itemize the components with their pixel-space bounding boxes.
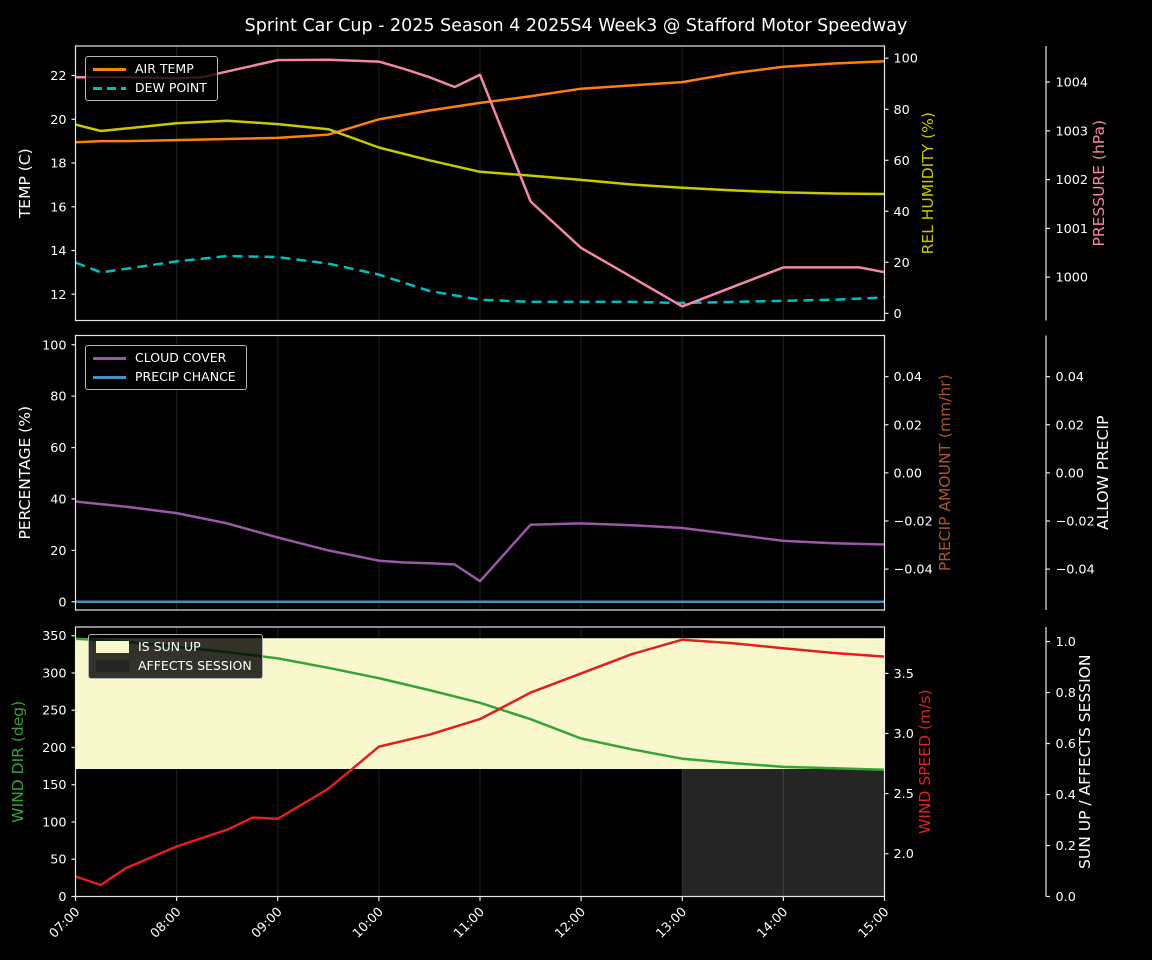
x-tick-label: 10:00 <box>350 905 387 942</box>
tick-label: 0.00 <box>1056 466 1085 481</box>
tick-label: −0.04 <box>894 563 933 578</box>
tick-label: 0.02 <box>894 418 923 433</box>
legend-label: IS SUN UP <box>138 639 201 654</box>
legend-item: PRECIP CHANCE <box>93 370 236 384</box>
tick-label: 0 <box>894 307 902 322</box>
tick-label: 2.5 <box>894 787 914 802</box>
weather-forecast-figure: 12 14 16 18 20 22 TEMP (C) 0 20 40 60 80 100 REL HUMI… <box>0 0 1152 960</box>
tick-label: 16 <box>50 200 66 215</box>
tick-label: 18 <box>50 157 66 172</box>
tick-label: 12 <box>50 288 66 303</box>
x-tick-label: 13:00 <box>653 905 690 942</box>
tick-label: 20 <box>50 544 66 559</box>
x-tick-label: 09:00 <box>249 905 286 942</box>
tick-label: −0.02 <box>894 514 933 529</box>
legend-label: PRECIP CHANCE <box>135 369 236 384</box>
wind-sun-panel-legend: IS SUN UP AFFECTS SESSION <box>88 634 263 679</box>
axis-label: PERCENTAGE (%) <box>16 406 34 540</box>
tick-label: 0.2 <box>1056 839 1076 854</box>
legend-label: AIR TEMP <box>135 61 194 76</box>
tick-label: 100 <box>894 52 918 67</box>
tick-label: 1002 <box>1056 173 1089 188</box>
tick-label: 40 <box>50 492 66 507</box>
legend-swatch <box>93 356 126 360</box>
axis-label: WIND DIR (deg) <box>9 701 27 823</box>
tick-label: 1000 <box>1056 271 1089 286</box>
x-tick-label: 12:00 <box>552 905 589 942</box>
legend-label: AFFECTS SESSION <box>138 658 252 673</box>
legend-swatch <box>96 641 129 653</box>
precipitation-panel-legend: CLOUD COVER PRECIP CHANCE <box>85 345 247 390</box>
tick-label: 100 <box>42 815 66 830</box>
legend-swatch <box>93 86 126 90</box>
tick-label: 350 <box>42 629 66 644</box>
x-tick-label: 07:00 <box>47 905 84 942</box>
tick-label: 0.8 <box>1056 686 1076 701</box>
tick-label: 0.04 <box>1056 370 1085 385</box>
chart-title: Sprint Car Cup - 2025 Season 4 2025S4 We… <box>244 16 908 36</box>
axis-label: ALLOW PRECIP <box>1094 416 1112 530</box>
legend-item: AIR TEMP <box>93 62 207 76</box>
tick-label: 200 <box>42 741 66 756</box>
tick-label: 0 <box>58 890 66 905</box>
tick-label: −0.02 <box>1056 514 1095 529</box>
axis-label: WIND SPEED (m/s) <box>916 690 934 834</box>
axis-label: REL HUMIDITY (%) <box>919 112 937 254</box>
tick-label: 3.5 <box>894 667 914 682</box>
legend-swatch <box>93 375 126 379</box>
tick-label: 0.00 <box>894 466 923 481</box>
axis-label: TEMP (C) <box>16 148 34 219</box>
axis-label: PRESSURE (hPa) <box>1090 120 1108 247</box>
legend-item: IS SUN UP <box>96 640 252 654</box>
tick-label: 60 <box>894 154 910 169</box>
tick-label: 1004 <box>1056 76 1089 91</box>
tick-label: 22 <box>50 69 66 84</box>
tick-label: 0.04 <box>894 370 923 385</box>
tick-label: 40 <box>894 205 910 220</box>
x-tick-label: 15:00 <box>856 905 893 942</box>
tick-label: 150 <box>42 778 66 793</box>
axis-label: SUN UP / AFFECTS SESSION <box>1076 655 1094 869</box>
tick-label: 20 <box>50 113 66 128</box>
tick-label: 300 <box>42 666 66 681</box>
tick-label: 1001 <box>1056 222 1089 237</box>
legend-item: DEW POINT <box>93 81 207 95</box>
tick-label: 14 <box>50 244 66 259</box>
legend-swatch <box>96 660 129 672</box>
legend-item: AFFECTS SESSION <box>96 659 252 673</box>
tick-label: 60 <box>50 441 66 456</box>
x-axis: 07:00 08:00 09:00 10:00 11:00 12:00 13:00 14:00… <box>47 896 893 942</box>
tick-label: 100 <box>42 338 66 353</box>
tick-label: −0.04 <box>1056 563 1095 578</box>
tick-label: 1.0 <box>1056 635 1076 650</box>
tick-label: 50 <box>50 853 66 868</box>
legend-label: CLOUD COVER <box>135 350 227 365</box>
tick-label: 80 <box>894 103 910 118</box>
tick-label: 2.0 <box>894 847 914 862</box>
tick-label: 0 <box>58 595 66 610</box>
x-tick-label: 08:00 <box>148 905 185 942</box>
tick-label: 0.6 <box>1056 737 1076 752</box>
tick-label: 1003 <box>1056 124 1089 139</box>
tick-label: 250 <box>42 704 66 719</box>
tick-label: 0.02 <box>1056 418 1085 433</box>
temperature-panel-legend: AIR TEMP DEW POINT <box>85 56 218 101</box>
tick-label: 0.4 <box>1056 788 1076 803</box>
legend-swatch <box>93 67 126 71</box>
tick-label: 0.0 <box>1056 890 1076 905</box>
legend-item: CLOUD COVER <box>93 351 236 365</box>
tick-label: 20 <box>894 256 910 271</box>
legend-label: DEW POINT <box>135 80 207 95</box>
x-tick-label: 14:00 <box>755 905 792 942</box>
forecast-chart: 12 14 16 18 20 22 TEMP (C) 0 20 40 60 80 100 REL HUMI… <box>9 45 1112 942</box>
axis-label: PRECIP AMOUNT (mm/hr) <box>936 374 954 571</box>
tick-label: 3.0 <box>894 727 914 742</box>
tick-label: 80 <box>50 390 66 405</box>
x-tick-label: 11:00 <box>451 905 488 942</box>
